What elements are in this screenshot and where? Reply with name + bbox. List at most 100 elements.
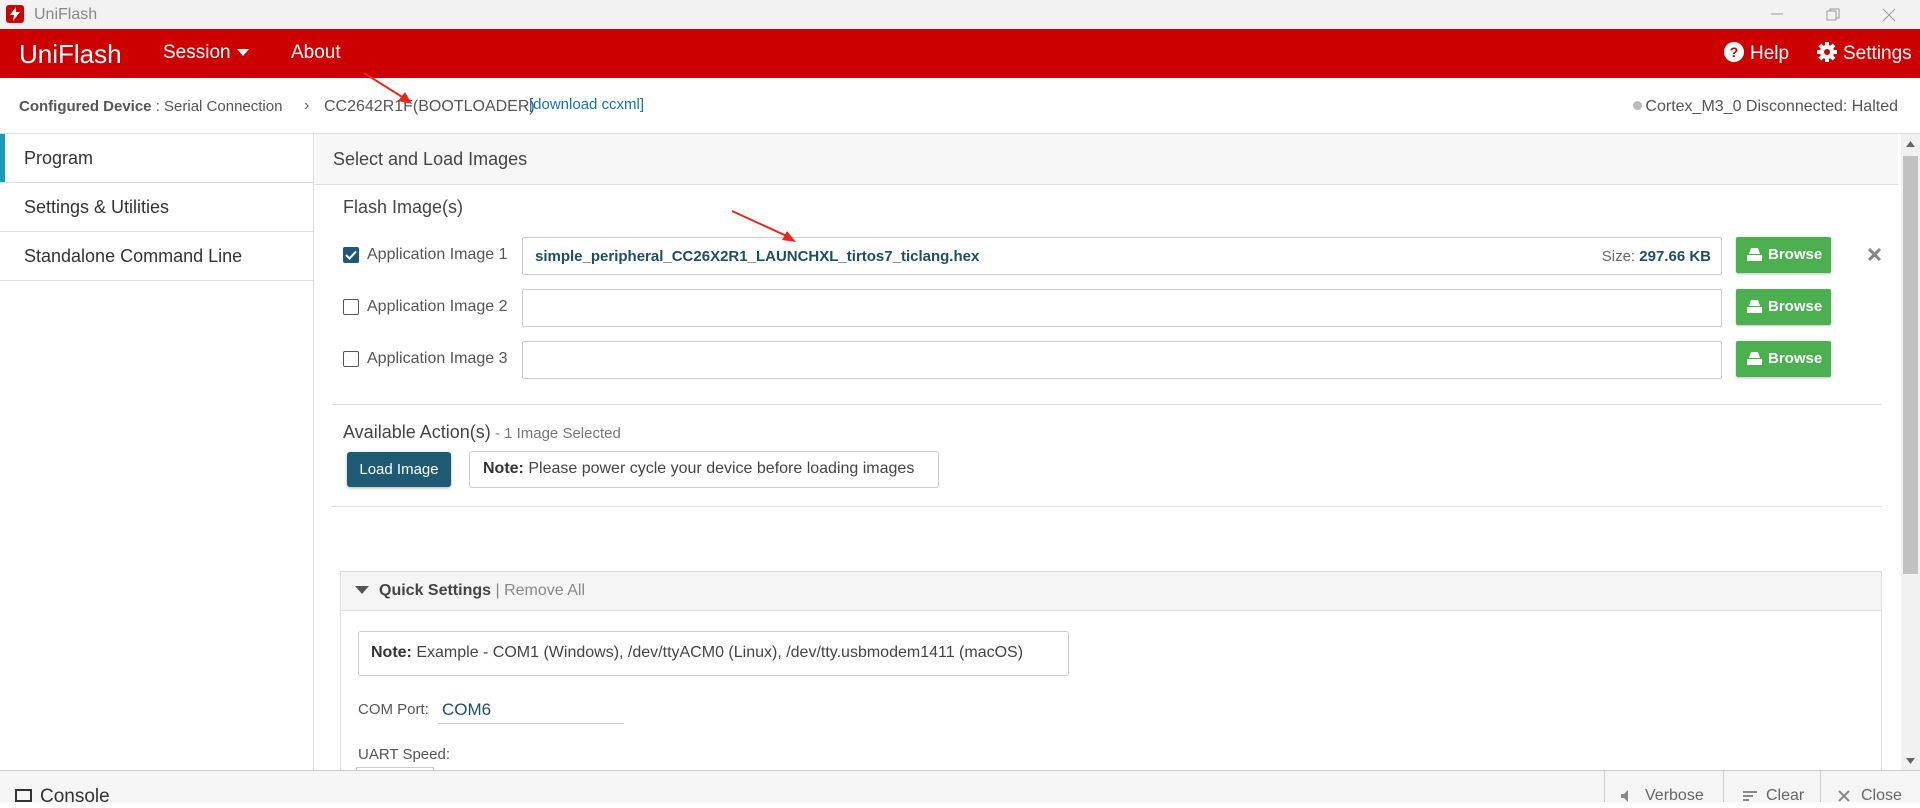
app-brand[interactable]: UniFlash [19, 39, 122, 70]
image-3-label: Application Image 3 [367, 350, 508, 367]
device-bar: Configured Device : Serial Connection › … [0, 78, 1920, 134]
minimize-button[interactable] [1749, 0, 1805, 29]
com-port-value: COM6 [442, 700, 492, 719]
clear-lines-icon [1743, 791, 1757, 801]
speaker-icon [1621, 790, 1628, 802]
main-panel: Select and Load Images Flash Image(s) Ap… [315, 134, 1900, 778]
image-3-checkbox[interactable] [343, 351, 359, 367]
gear-icon [1817, 42, 1837, 62]
browse-label: Browse [1768, 298, 1823, 315]
available-actions-label: Available Action(s) [343, 422, 491, 442]
size-label: Size: [1601, 248, 1636, 265]
caret-down-icon [236, 48, 249, 56]
browse-button-3[interactable]: Browse [1736, 341, 1831, 377]
top-navbar: UniFlash Session About ? Help Settings [0, 29, 1920, 78]
sidebar-item-standalone-command-line[interactable]: Standalone Command Line [0, 232, 313, 281]
available-actions-title: Available Action(s) - 1 Image Selected [343, 422, 621, 443]
browse-button-1[interactable]: Browse [1736, 237, 1831, 273]
hard-drive-icon [1747, 300, 1762, 313]
question-circle-icon: ? [1724, 42, 1744, 62]
images-selected-count: - 1 Image Selected [490, 425, 621, 442]
sidebar-item-program[interactable]: Program [0, 134, 313, 183]
connection-type: : Serial Connection [151, 98, 283, 115]
verbose-label: Verbose [1645, 787, 1704, 804]
device-status-text: Cortex_M3_0 Disconnected: Halted [1645, 98, 1898, 115]
image-1-field[interactable]: simple_peripheral_CC26X2R1_LAUNCHXL_tirt… [522, 237, 1722, 275]
caret-down-icon [355, 586, 369, 594]
note-text: Example - COM1 (Windows), /dev/ttyACM0 (… [411, 644, 1024, 661]
verbose-button[interactable]: Verbose [1604, 771, 1723, 804]
com-port-input[interactable]: COM6 [438, 695, 624, 724]
clear-button[interactable]: Clear [1723, 771, 1820, 804]
size-value: 297.66 KB [1639, 248, 1711, 265]
svg-text:?: ? [1730, 44, 1739, 60]
hard-drive-icon [1747, 352, 1762, 365]
hard-drive-icon [1747, 248, 1762, 261]
scroll-down-icon[interactable] [1906, 758, 1915, 764]
image-1-filename: simple_peripheral_CC26X2R1_LAUNCHXL_tirt… [535, 248, 980, 265]
configured-device-label: Configured Device [19, 98, 152, 115]
uniflash-logo-icon [6, 5, 24, 23]
flash-images-title: Flash Image(s) [343, 197, 464, 217]
console-window-icon [15, 789, 32, 802]
image-2-label: Application Image 2 [367, 298, 508, 315]
browse-label: Browse [1768, 246, 1823, 263]
image-1-label: Application Image 1 [367, 246, 508, 263]
image-1-size: Size: 297.66 KB [1602, 248, 1711, 265]
annotation-arrow-icon [363, 72, 412, 104]
remove-image-icon[interactable] [1868, 248, 1881, 261]
note-label: Note: [371, 644, 412, 661]
image-row-1: Application Image 1 simple_peripheral_CC… [343, 237, 1883, 275]
close-icon [1838, 790, 1850, 802]
image-2-field[interactable] [522, 289, 1722, 327]
close-console-button[interactable]: Close [1820, 771, 1920, 804]
panel-header: Select and Load Images [315, 134, 1898, 185]
browse-label: Browse [1768, 350, 1823, 367]
image-row-3: Application Image 3 Browse [343, 341, 1883, 379]
load-image-button[interactable]: Load Image [347, 452, 451, 487]
image-1-checkbox[interactable] [343, 247, 359, 263]
session-menu[interactable]: Session [163, 42, 249, 64]
scrollbar-thumb[interactable] [1903, 156, 1918, 574]
uart-speed-label: UART Speed: [358, 746, 450, 763]
download-ccxml-link[interactable]: [download ccxml] [529, 96, 644, 113]
note-text: Please power cycle your device before lo… [523, 460, 915, 477]
help-label: Help [1750, 43, 1790, 64]
scroll-up-icon[interactable] [1906, 141, 1915, 147]
com-port-note: Note: Example - COM1 (Windows), /dev/tty… [358, 631, 1069, 676]
console-bar: Console Verbose Clear Close [0, 770, 1920, 807]
sidebar-item-settings-utilities[interactable]: Settings & Utilities [0, 183, 313, 232]
device-status: Cortex_M3_0 Disconnected: Halted [1633, 98, 1898, 116]
title-separator: | [491, 582, 505, 599]
help-button[interactable]: ? Help [1724, 42, 1789, 65]
quick-settings-panel: Quick Settings | Remove All Note: Exampl… [340, 571, 1882, 778]
divider [332, 506, 1882, 507]
panel-title: Select and Load Images [333, 149, 528, 169]
close-label: Close [1861, 787, 1902, 804]
about-menu[interactable]: About [291, 42, 341, 64]
window-title-bar: UniFlash [0, 0, 1920, 30]
image-2-checkbox[interactable] [343, 299, 359, 315]
status-dot-icon [1633, 101, 1643, 110]
close-window-button[interactable] [1861, 0, 1917, 29]
image-3-field[interactable] [522, 341, 1722, 379]
remove-all-link[interactable]: Remove All [504, 582, 585, 599]
settings-button[interactable]: Settings [1817, 42, 1912, 65]
quick-settings-header[interactable]: Quick Settings | Remove All [341, 572, 1881, 611]
checkmark-icon [345, 250, 357, 260]
settings-label: Settings [1843, 43, 1912, 64]
note-label: Note: [483, 460, 524, 477]
quick-settings-label: Quick Settings [379, 582, 492, 599]
configured-device: Configured Device : Serial Connection [19, 98, 282, 115]
image-row-2: Application Image 2 Browse [343, 289, 1883, 327]
restore-button[interactable] [1805, 0, 1861, 29]
sidebar: Program Settings & Utilities Standalone … [0, 134, 314, 770]
power-cycle-note: Note: Please power cycle your device bef… [469, 451, 939, 488]
quick-settings-title: Quick Settings | Remove All [379, 582, 585, 600]
divider [332, 404, 1882, 405]
device-name[interactable]: CC2642R1F(BOOTLOADER) [324, 98, 535, 116]
browse-button-2[interactable]: Browse [1736, 289, 1831, 325]
chevron-right-icon: › [304, 97, 310, 114]
main-scrollbar[interactable] [1901, 134, 1920, 770]
com-port-label: COM Port: [358, 701, 429, 718]
